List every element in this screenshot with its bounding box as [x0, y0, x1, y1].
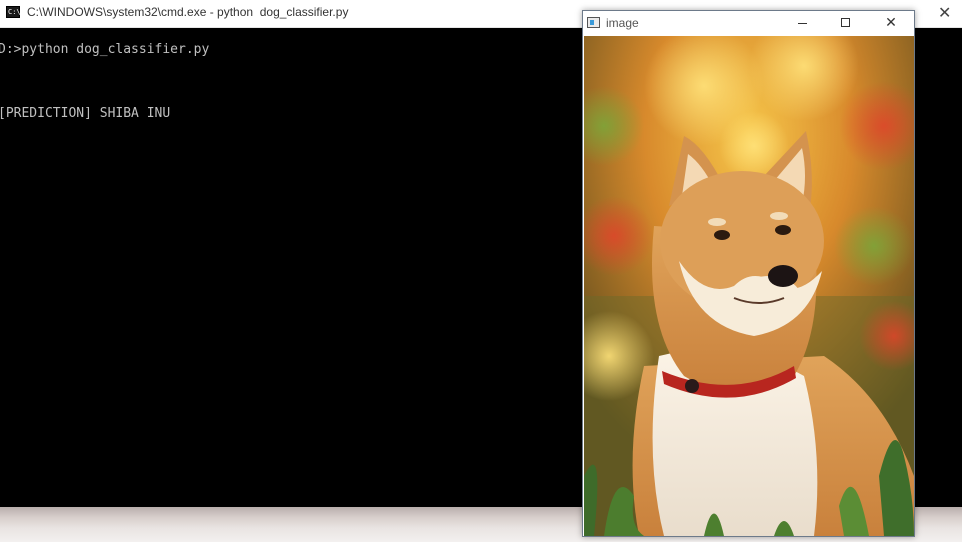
shiba-inu-photo	[584, 36, 914, 536]
minimize-icon	[798, 23, 807, 24]
terminal-line-prediction: [PREDICTION] SHIBA INU	[0, 106, 171, 121]
close-icon: ✕	[885, 15, 897, 31]
terminal-line-command: D:>python dog_classifier.py	[0, 42, 210, 57]
image-window[interactable]: image ✕	[582, 10, 915, 537]
maximize-icon	[841, 18, 850, 27]
minimize-button[interactable]	[787, 11, 817, 35]
cmd-icon-text: C:\	[8, 8, 21, 16]
image-app-icon	[587, 17, 600, 28]
maximize-button[interactable]	[831, 11, 861, 35]
cmd-window-title: C:\WINDOWS\system32\cmd.exe - python dog…	[27, 5, 349, 19]
image-window-title: image	[606, 16, 639, 30]
cmd-close-icon[interactable]: ✕	[938, 3, 951, 22]
dog-photo-svg	[584, 36, 914, 536]
image-window-titlebar[interactable]: image ✕	[583, 11, 914, 35]
cmd-app-icon: C:\	[6, 6, 21, 18]
close-button[interactable]: ✕	[876, 11, 906, 35]
